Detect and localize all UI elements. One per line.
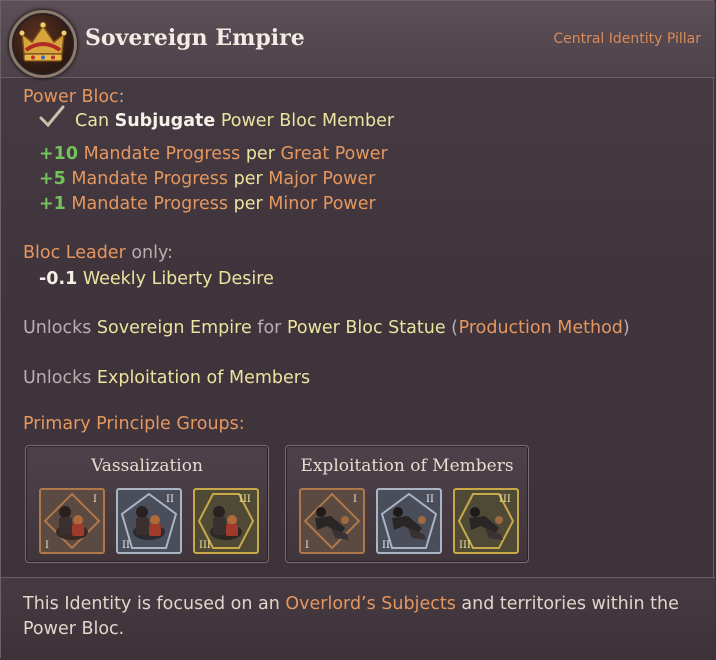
svg-text:I: I	[305, 540, 309, 551]
svg-text:II: II	[426, 494, 434, 505]
group-title: Vassalization	[91, 456, 203, 476]
svg-text:III: III	[459, 540, 471, 551]
unlock-exploitation-line: Unlocks Exploitation of Members	[23, 368, 311, 388]
liberty-desire-line: -0.1 Weekly Liberty Desire	[39, 269, 274, 289]
exploitation-tier-1-icon[interactable]: I I	[299, 488, 365, 554]
principle-group-vassalization[interactable]: Vassalization I I II II III III	[25, 445, 269, 563]
mandate-major-power: +5 Mandate Progress per Major Power	[39, 169, 376, 189]
crown-icon	[9, 10, 77, 78]
vassalization-tier-3-icon[interactable]: III III	[193, 488, 259, 554]
subjugate-line: Can Subjugate Power Bloc Member	[39, 105, 394, 131]
svg-text:II: II	[122, 540, 130, 551]
principle-group-exploitation[interactable]: Exploitation of Members I I II II III II…	[285, 445, 529, 563]
bloc-leader-heading: Bloc Leader only:	[23, 243, 173, 263]
vassalization-tier-2-icon[interactable]: II II	[116, 488, 182, 554]
svg-text:I: I	[45, 540, 49, 551]
identity-tooltip: Sovereign Empire Central Identity Pillar…	[0, 0, 715, 660]
svg-text:III: III	[239, 494, 251, 505]
mandate-great-power: +10 Mandate Progress per Great Power	[39, 144, 388, 164]
identity-description: This Identity is focused on an Overlord’…	[23, 594, 679, 639]
vassalization-tier-1-icon[interactable]: I I	[39, 488, 105, 554]
exploitation-tier-2-icon[interactable]: II II	[376, 488, 442, 554]
power-bloc-heading: Power Bloc:	[23, 87, 125, 107]
principle-groups-heading: Primary Principle Groups:	[23, 414, 245, 434]
svg-text:I: I	[93, 494, 97, 505]
tooltip-footer: This Identity is focused on an Overlord’…	[1, 577, 715, 660]
exploitation-tier-3-icon[interactable]: III III	[453, 488, 519, 554]
unlock-statue-line: Unlocks Sovereign Empire for Power Bloc …	[23, 318, 630, 338]
svg-text:III: III	[499, 494, 511, 505]
checkmark-icon	[39, 105, 65, 128]
identity-title: Sovereign Empire	[85, 25, 305, 51]
group-title: Exploitation of Members	[300, 456, 514, 476]
svg-text:II: II	[166, 494, 174, 505]
production-method-link[interactable]: Production Method	[459, 318, 623, 338]
svg-text:II: II	[382, 540, 390, 551]
pillar-label: Central Identity Pillar	[553, 31, 701, 47]
mandate-minor-power: +1 Mandate Progress per Minor Power	[39, 194, 376, 214]
svg-text:I: I	[353, 494, 357, 505]
overlords-subjects-link[interactable]: Overlord’s Subjects	[285, 594, 455, 614]
tooltip-header: Sovereign Empire Central Identity Pillar	[1, 1, 715, 78]
svg-text:III: III	[199, 540, 211, 551]
